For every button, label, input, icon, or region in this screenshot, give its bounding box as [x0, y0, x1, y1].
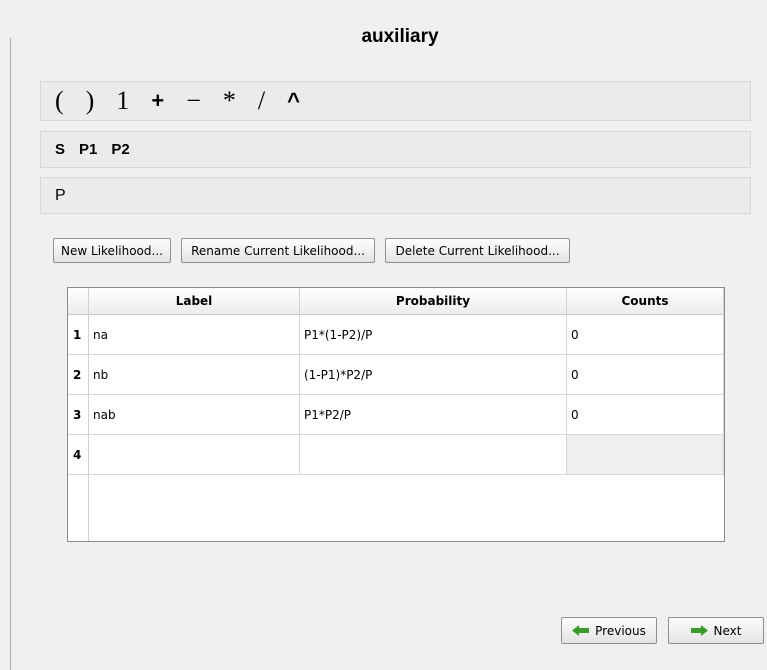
rename-likelihood-button[interactable]: Rename Current Likelihood...	[181, 238, 375, 263]
table-row: 3 nab P1*P2/P 0	[68, 395, 724, 435]
row-number[interactable]: 1	[68, 315, 89, 355]
cell-counts[interactable]: 0	[567, 315, 724, 355]
cell-label[interactable]	[89, 435, 300, 475]
variable-p2[interactable]: P2	[111, 141, 129, 158]
operator-divide[interactable]: /	[258, 88, 265, 114]
operator-power[interactable]: ^	[287, 90, 300, 112]
cell-label[interactable]: nb	[89, 355, 300, 395]
delete-likelihood-button[interactable]: Delete Current Likelihood...	[385, 238, 570, 263]
previous-label: Previous	[595, 623, 646, 638]
column-header-probability[interactable]: Probability	[300, 288, 567, 315]
variable-bar: S P1 P2	[40, 131, 751, 168]
variable-p1[interactable]: P1	[79, 141, 97, 158]
likelihood-table: Label Probability Counts 1 na P1*(1-P2)/…	[67, 287, 725, 542]
row-number[interactable]: 4	[68, 435, 89, 475]
page-title: auxiliary	[361, 26, 439, 47]
table-corner	[68, 288, 89, 315]
operator-multiply[interactable]: *	[223, 88, 236, 114]
operator-bar: ( ) 1 + − * / ^	[40, 81, 751, 121]
expression-field[interactable]: P	[40, 177, 751, 214]
table-row: 4	[68, 435, 724, 475]
table-row: 2 nb (1-P1)*P2/P 0	[68, 355, 724, 395]
operator-close-paren[interactable]: )	[86, 88, 95, 114]
expression-text: P	[55, 186, 66, 204]
cell-counts[interactable]: 0	[567, 395, 724, 435]
row-number[interactable]: 3	[68, 395, 89, 435]
arrow-left-icon	[572, 625, 590, 636]
cell-counts	[567, 435, 724, 475]
operator-open-paren[interactable]: (	[55, 88, 64, 114]
operator-plus[interactable]: +	[151, 90, 164, 112]
next-button[interactable]: Next	[668, 617, 764, 644]
column-header-label[interactable]: Label	[89, 288, 300, 315]
cell-label[interactable]: nab	[89, 395, 300, 435]
column-header-counts[interactable]: Counts	[567, 288, 724, 315]
cell-probability[interactable]	[300, 435, 567, 475]
row-number[interactable]: 2	[68, 355, 89, 395]
operator-one[interactable]: 1	[116, 88, 129, 114]
cell-probability[interactable]: P1*(1-P2)/P	[300, 315, 567, 355]
new-likelihood-button[interactable]: New Likelihood...	[53, 238, 171, 263]
window-left-border	[10, 38, 11, 670]
cell-label[interactable]: na	[89, 315, 300, 355]
operator-minus[interactable]: −	[186, 88, 201, 114]
cell-probability[interactable]: P1*P2/P	[300, 395, 567, 435]
next-label: Next	[713, 623, 742, 638]
cell-probability[interactable]: (1-P1)*P2/P	[300, 355, 567, 395]
table-row: 1 na P1*(1-P2)/P 0	[68, 315, 724, 355]
cell-counts[interactable]: 0	[567, 355, 724, 395]
arrow-right-icon	[690, 625, 708, 636]
previous-button[interactable]: Previous	[561, 617, 657, 644]
variable-s[interactable]: S	[55, 141, 65, 158]
